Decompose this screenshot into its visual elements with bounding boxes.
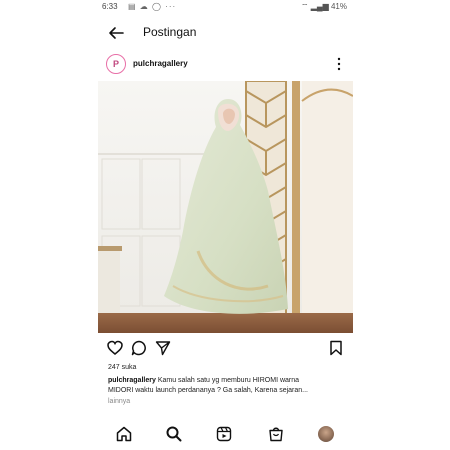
page-title: Postingan [143,25,197,39]
profile-avatar-icon[interactable] [318,426,334,442]
signal-icon: ⌔ ▂▄▆ [301,2,331,11]
status-notification-icons: ▤ ☁ ◯ ··· [128,2,177,11]
status-time: 6:33 [102,2,118,11]
heart-icon[interactable] [107,340,123,356]
post-header: P pulchragallery [98,52,353,78]
search-icon[interactable] [166,426,182,442]
caption-more-link[interactable]: lainnya [108,398,130,405]
home-icon[interactable] [116,426,132,442]
post-username[interactable]: pulchragallery [133,59,188,68]
battery-label: 41% [330,2,347,11]
caption-username[interactable]: pulchragallery [108,377,156,384]
avatar[interactable]: P [106,54,126,74]
like-count[interactable]: 247 suka [108,364,136,371]
post-photo [98,81,353,333]
avatar-initial: P [112,59,119,69]
caption-text-line1: Kamu salah satu yg memburu HIROMI warna [157,377,300,384]
send-icon[interactable] [155,340,171,356]
post-image[interactable] [98,81,353,333]
bottom-navigation [98,424,353,446]
caption-text-line2: MIDORI waktu launch perdananya ? Ga sala… [108,387,308,394]
back-arrow-icon[interactable] [108,26,124,40]
phone-screen: 6:33 ▤ ☁ ◯ ··· ⌔ ▂▄▆ 41% Postingan P pul… [98,0,353,450]
bookmark-icon[interactable] [328,340,344,356]
post-caption: pulchragallery Kamu salah satu yg membur… [108,376,348,396]
shop-icon[interactable] [268,426,284,442]
post-action-bar [98,340,353,358]
comment-icon[interactable] [131,340,147,356]
reels-icon[interactable] [216,426,232,442]
more-vertical-icon[interactable] [337,57,341,71]
battery-percent: ⌔ ▂▄▆ 41% [301,2,347,12]
top-header: Postingan [98,20,353,48]
status-bar: 6:33 ▤ ☁ ◯ ··· ⌔ ▂▄▆ 41% [98,0,353,14]
